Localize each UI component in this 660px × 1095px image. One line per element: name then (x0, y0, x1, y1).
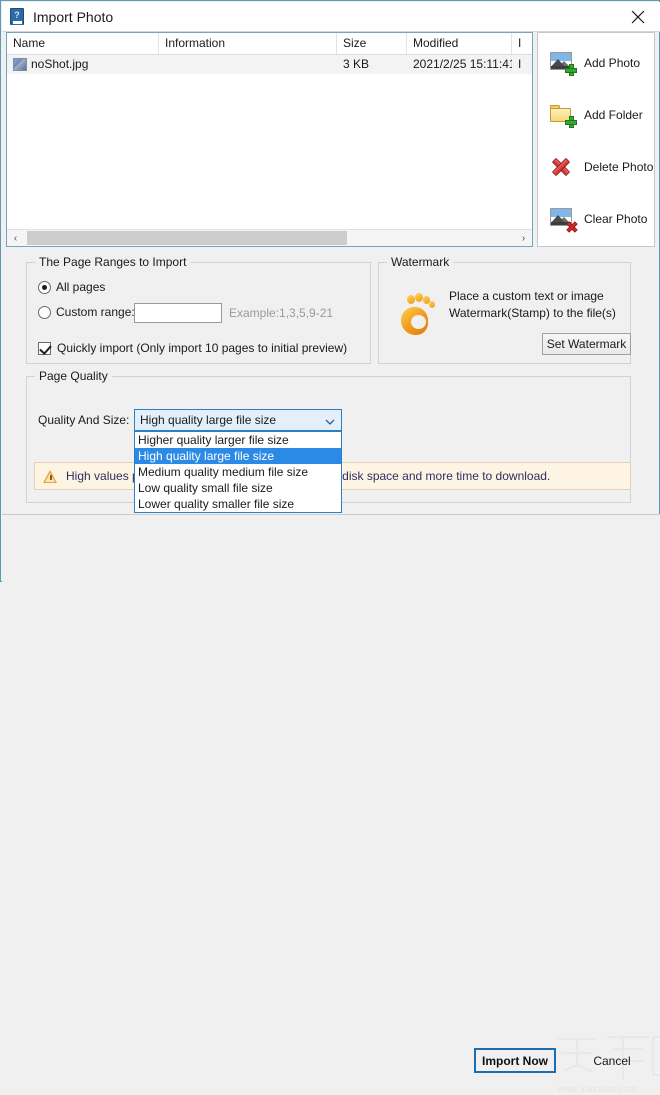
import-photo-window: Import Photo Name Information Size Modif… (0, 0, 660, 1094)
close-icon[interactable] (615, 2, 660, 31)
cell-size: 3 KB (343, 57, 370, 71)
column-header-size[interactable]: Size (337, 33, 407, 54)
window-title: Import Photo (33, 8, 114, 25)
radio-custom-range[interactable]: Custom range: (38, 305, 135, 319)
page-ranges-title: The Page Ranges to Import (35, 255, 191, 269)
page-quality-title: Page Quality (35, 369, 112, 383)
watermark-title: Watermark (387, 255, 454, 269)
title-bar: Import Photo (2, 2, 660, 31)
dropdown-option-3[interactable]: Low quality small file size (135, 480, 341, 496)
scrollbar-track[interactable] (24, 230, 515, 246)
quality-and-size-combobox[interactable]: High quality large file size (134, 409, 342, 431)
column-header-information[interactable]: Information (159, 33, 337, 54)
column-header-name[interactable]: Name (7, 33, 159, 54)
add-folder-icon (550, 103, 577, 128)
scroll-right-icon[interactable]: › (515, 230, 532, 246)
cancel-button[interactable]: Cancel (577, 1048, 647, 1073)
quality-dropdown-list[interactable]: Higher quality larger file size High qua… (134, 431, 342, 513)
checkbox-quickly-import[interactable]: Quickly import (Only import 10 pages to … (38, 341, 347, 355)
add-photo-button[interactable]: Add Photo (538, 42, 656, 84)
radio-all-pages-indicator[interactable] (38, 280, 51, 294)
radio-custom-range-indicator[interactable] (38, 305, 51, 319)
watermark-description-line2: Watermark(Stamp) to the file(s) (449, 306, 616, 320)
add-folder-button[interactable]: Add Folder (538, 94, 656, 136)
footer-bar: www.xiazaiba.com Import Now Cancel (2, 515, 660, 1094)
watermark-description-line1: Place a custom text or image (449, 289, 604, 303)
add-photo-label: Add Photo (584, 56, 641, 70)
cell-extra: I (518, 57, 522, 71)
file-list[interactable]: Name Information Size Modified I noShot.… (6, 32, 540, 247)
delete-photo-label: Delete Photo (584, 160, 654, 174)
chevron-down-icon[interactable] (325, 416, 335, 426)
custom-range-input[interactable] (134, 303, 222, 323)
dropdown-option-4[interactable]: Lower quality smaller file size (135, 496, 341, 512)
quality-and-size-label: Quality And Size: (38, 413, 130, 427)
quality-selected-value: High quality large file size (140, 413, 277, 427)
book-question-icon (10, 7, 26, 26)
checkbox-quickly-import-label: Quickly import (Only import 10 pages to … (57, 341, 348, 355)
dropdown-option-1[interactable]: High quality large file size (135, 448, 341, 464)
set-watermark-button[interactable]: Set Watermark (542, 333, 631, 355)
warning-triangle-icon (43, 469, 58, 483)
brand-url: www.xiazaiba.com (557, 1084, 638, 1094)
horizontal-scrollbar[interactable]: ‹ › (7, 229, 532, 246)
scrollbar-thumb[interactable] (27, 231, 347, 245)
column-header-extra[interactable]: I (512, 33, 540, 54)
dropdown-option-2[interactable]: Medium quality medium file size (135, 464, 341, 480)
radio-all-pages-label: All pages (56, 280, 106, 294)
cell-modified: 2021/2/25 15:11:41 (413, 57, 512, 71)
column-header-modified[interactable]: Modified (407, 33, 512, 54)
delete-photo-button[interactable]: Delete Photo (538, 146, 656, 188)
delete-photo-icon (550, 155, 576, 179)
checkbox-quickly-import-indicator[interactable] (38, 341, 51, 355)
scroll-left-icon[interactable]: ‹ (7, 230, 24, 246)
clear-photo-icon (550, 207, 578, 233)
footprint-icon (397, 293, 437, 337)
clear-photo-button[interactable]: Clear Photo (538, 198, 656, 240)
cell-information (159, 55, 337, 74)
import-now-button[interactable]: Import Now (474, 1048, 556, 1073)
table-row[interactable]: noShot.jpg 3 KB 2021/2/25 15:11:41 I (7, 55, 532, 74)
radio-all-pages[interactable]: All pages (38, 280, 105, 294)
photo-actions-panel: Add Photo Add Folder Delete Photo Clear … (537, 32, 655, 247)
add-photo-icon (550, 51, 577, 76)
add-folder-label: Add Folder (584, 108, 643, 122)
clear-photo-label: Clear Photo (584, 212, 648, 226)
file-list-header: Name Information Size Modified I (7, 33, 540, 55)
custom-range-example: Example:1,3,5,9-21 (229, 306, 334, 320)
cell-name: noShot.jpg (31, 57, 89, 71)
radio-custom-range-label: Custom range: (56, 305, 135, 319)
dropdown-option-0[interactable]: Higher quality larger file size (135, 432, 341, 448)
